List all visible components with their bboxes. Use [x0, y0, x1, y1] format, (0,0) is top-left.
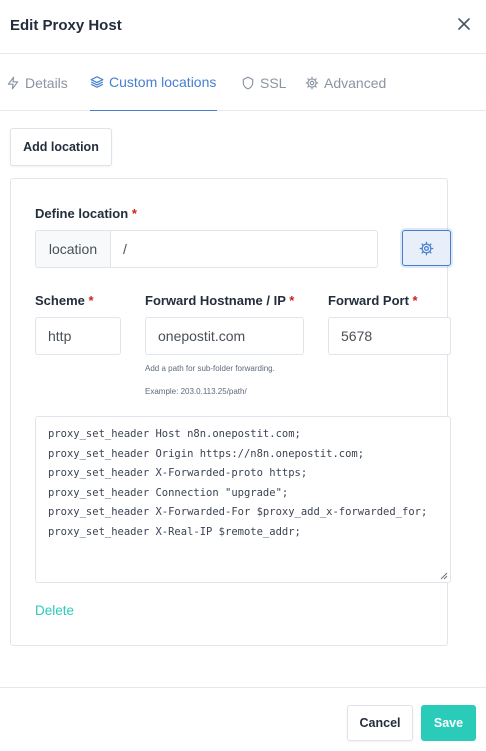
scheme-label: Scheme *	[35, 293, 94, 308]
lightning-icon	[7, 76, 19, 89]
hostname-label: Forward Hostname / IP *	[145, 293, 294, 308]
required-mark: *	[289, 293, 295, 308]
required-mark: *	[131, 206, 137, 221]
tab-bar: Details Custom locations SSL Advanced	[0, 54, 486, 111]
close-icon[interactable]	[456, 16, 472, 32]
layers-icon	[90, 76, 104, 88]
port-value: 5678	[341, 328, 373, 344]
dialog-title: Edit Proxy Host	[10, 17, 122, 34]
location-settings-button[interactable]	[402, 230, 451, 266]
tab-details-label: Details	[25, 74, 68, 91]
define-location-label: Define location *	[35, 206, 137, 221]
gear-icon	[305, 76, 319, 89]
tab-details[interactable]: Details	[6, 54, 68, 111]
tab-custom-locations-label: Custom locations	[109, 74, 217, 90]
tab-advanced[interactable]: Advanced	[305, 54, 386, 111]
config-line: proxy_set_header Connection "upgrade";	[48, 486, 289, 499]
config-line: proxy_set_header X-Real-IP $remote_addr;	[48, 525, 301, 538]
gear-icon	[419, 241, 434, 255]
location-path-input[interactable]: /	[110, 230, 378, 268]
hostname-value: onepostit.com	[158, 328, 246, 344]
config-line: proxy_set_header X-Forwarded-proto https…	[48, 467, 308, 479]
cancel-button[interactable]: Cancel	[347, 705, 413, 741]
scheme-value: http	[48, 328, 72, 344]
location-path-value: /	[123, 241, 127, 257]
port-label-text: Forward Port	[328, 293, 409, 308]
dialog-header: Edit Proxy Host	[0, 0, 486, 54]
tab-ssl[interactable]: SSL	[241, 54, 286, 111]
shield-icon	[242, 76, 254, 89]
delete-location-link[interactable]: Delete	[35, 603, 74, 618]
hostname-help-text: Add a path for sub-folder forwarding.	[145, 364, 275, 373]
dialog-footer	[0, 687, 486, 751]
port-input[interactable]: 5678	[328, 317, 451, 355]
tab-advanced-label: Advanced	[324, 74, 387, 91]
advanced-config-textarea[interactable]: proxy_set_header Host n8n.onepostit.com;…	[35, 416, 451, 583]
hostname-input[interactable]: onepostit.com	[145, 317, 304, 355]
tab-custom-locations[interactable]: Custom locations	[90, 54, 217, 111]
config-line: proxy_set_header Host n8n.onepostit.com;	[48, 428, 301, 440]
save-button[interactable]: Save	[421, 705, 476, 741]
port-label: Forward Port *	[328, 293, 418, 308]
resize-handle-icon[interactable]	[440, 572, 448, 580]
location-addon: location	[35, 230, 111, 268]
config-line: proxy_set_header Origin https://n8n.onep…	[48, 447, 365, 460]
hostname-example-text: Example: 203.0.113.25/path/	[145, 387, 247, 396]
hostname-label-text: Forward Hostname / IP	[145, 293, 286, 308]
scheme-label-text: Scheme	[35, 293, 85, 308]
required-mark: *	[412, 293, 418, 308]
tab-ssl-label: SSL	[260, 74, 287, 91]
config-line: proxy_set_header X-Forwarded-For $proxy_…	[48, 506, 428, 518]
scheme-input[interactable]: http	[35, 317, 121, 355]
add-location-button[interactable]: Add location	[10, 128, 112, 166]
required-mark: *	[88, 293, 94, 308]
define-location-text: Define location	[35, 206, 129, 221]
